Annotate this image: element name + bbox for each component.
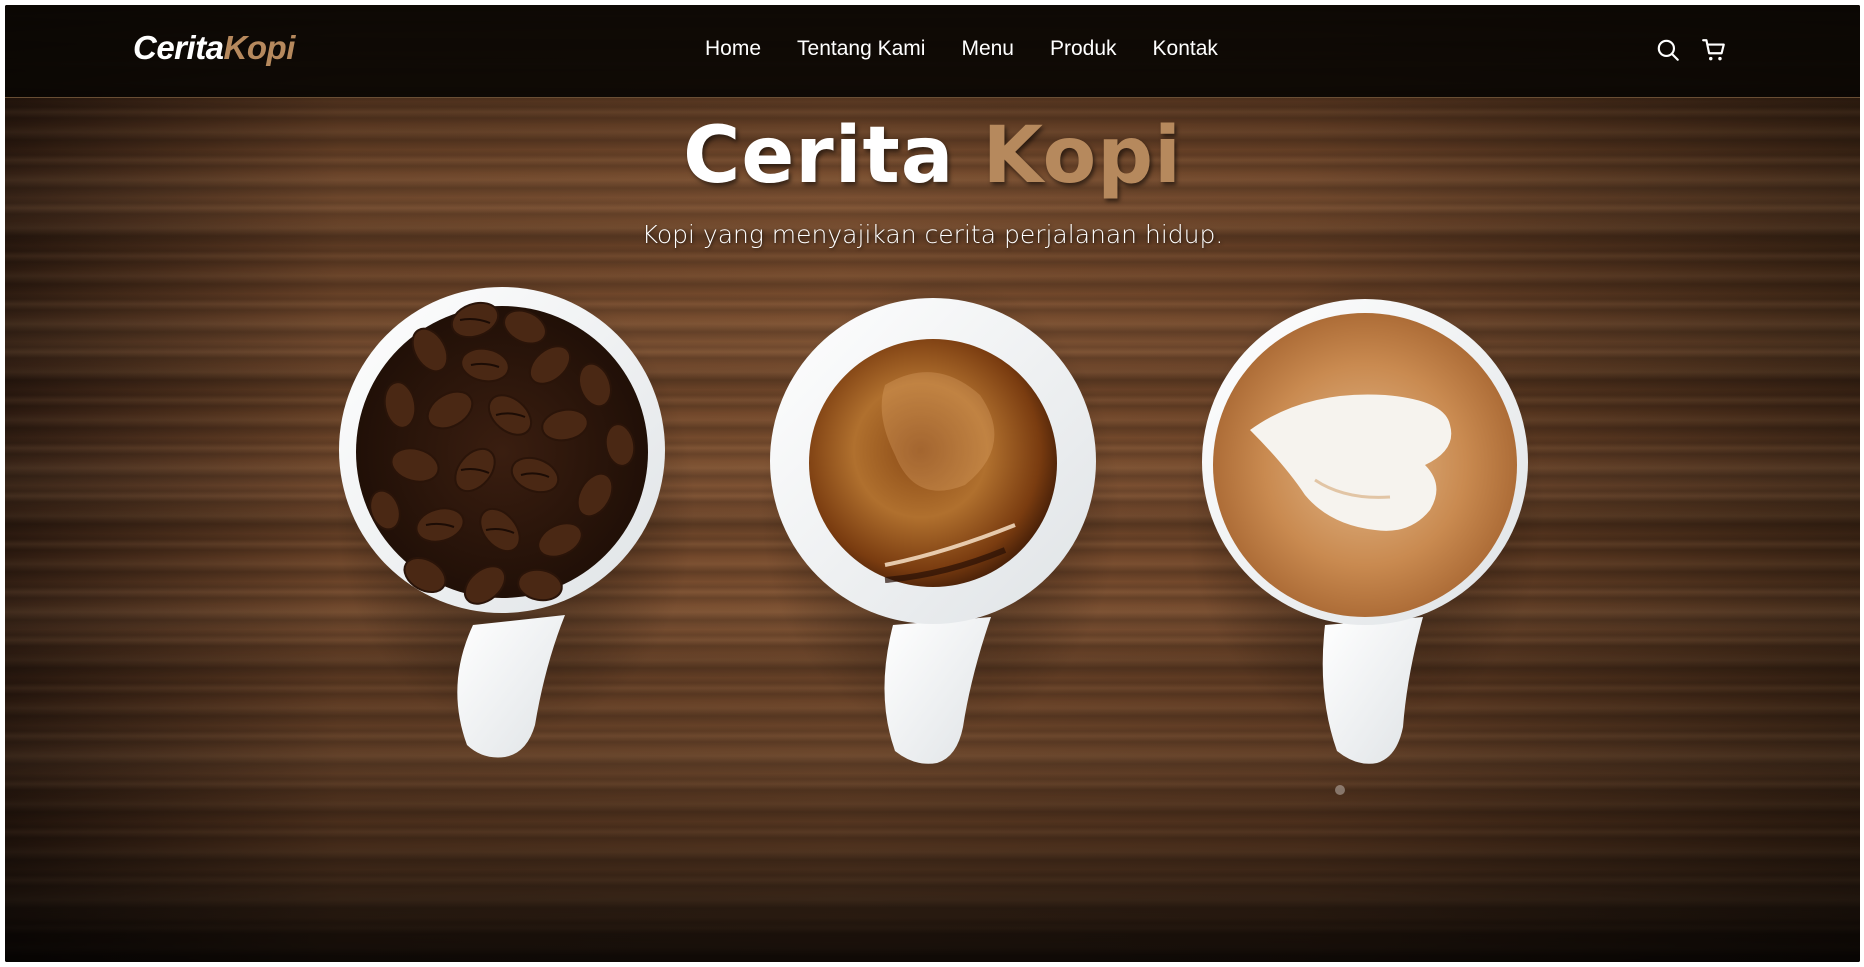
hero-title-main: Cerita (683, 111, 955, 201)
coffee-beans-cup (335, 275, 695, 758)
page-frame: CeritaKopi Home Tentang Kami Menu Produk… (5, 5, 1860, 962)
logo-main: Cerita (133, 29, 224, 66)
hero-title: Cerita Kopi (5, 111, 1860, 201)
nav-menu: Home Tentang Kami Menu Produk Kontak (705, 37, 1254, 61)
espresso-cup (760, 275, 1120, 764)
nav-icons (1655, 37, 1727, 63)
nav-link-kontak[interactable]: Kontak (1153, 37, 1218, 61)
search-icon[interactable] (1655, 37, 1681, 63)
navbar: CeritaKopi Home Tentang Kami Menu Produk… (5, 5, 1860, 98)
logo[interactable]: CeritaKopi (133, 29, 295, 67)
hero-title-accent: Kopi (982, 111, 1182, 201)
logo-accent: Kopi (223, 29, 296, 66)
cart-icon[interactable] (1701, 37, 1727, 63)
nav-link-home[interactable]: Home (705, 37, 761, 61)
nav-link-menu[interactable]: Menu (961, 37, 1014, 61)
nav-link-produk[interactable]: Produk (1050, 37, 1117, 61)
nav-link-tentang-kami[interactable]: Tentang Kami (797, 37, 925, 61)
latte-art-cup (1185, 275, 1545, 764)
hero-subtitle: Kopi yang menyajikan cerita perjalanan h… (641, 220, 1224, 249)
